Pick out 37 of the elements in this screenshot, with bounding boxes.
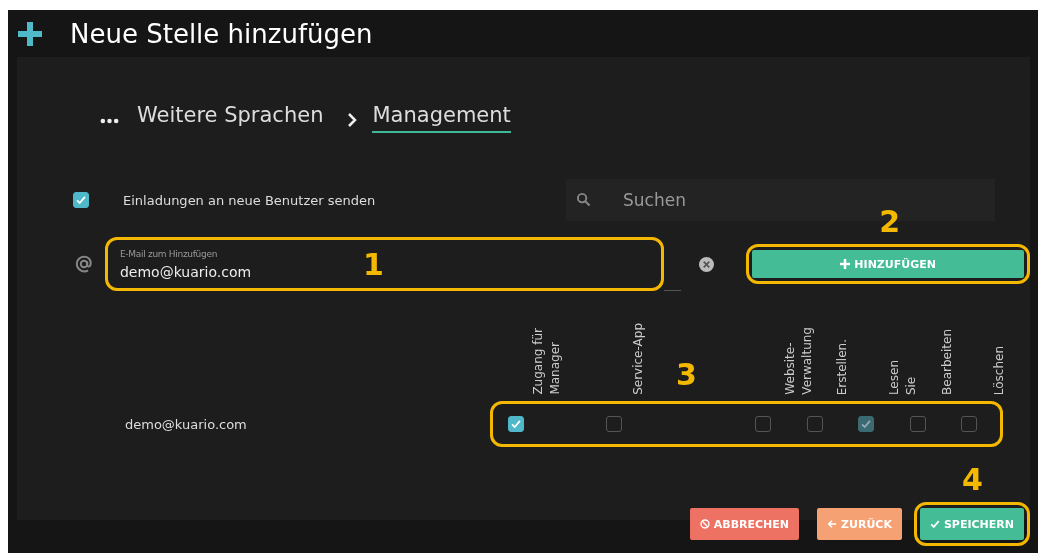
- action-button[interactable]: ZURÜCK: [817, 508, 902, 540]
- breadcrumb-item[interactable]: Weitere Sprachen: [137, 103, 324, 133]
- checkbox[interactable]: [909, 416, 926, 432]
- column-header: Erstellen.: [834, 338, 850, 395]
- plus-icon: [18, 21, 42, 46]
- checkbox[interactable]: [73, 192, 89, 208]
- callout-number: 3: [676, 360, 697, 390]
- clear-icon[interactable]: [699, 256, 715, 272]
- column-header: Lesen Sie: [886, 359, 919, 395]
- checkbox[interactable]: [508, 416, 524, 432]
- column-header: Zugang für Manager: [530, 328, 563, 395]
- column-header: Löschen: [991, 345, 1007, 395]
- forbidden-icon: [699, 519, 710, 529]
- add-button[interactable]: HINZUFÜGEN: [752, 250, 1024, 278]
- checkmark-icon: [929, 519, 940, 529]
- search-icon: [576, 192, 591, 207]
- column-header: Website- Verwaltung: [782, 327, 815, 395]
- breadcrumb-item[interactable]: Management: [372, 103, 511, 133]
- chevron-icon: [347, 112, 358, 128]
- checkbox[interactable]: [960, 416, 977, 432]
- at-icon: [75, 255, 93, 273]
- checkbox[interactable]: [606, 416, 623, 432]
- page-title: Neue Stelle hinzufügen: [70, 18, 373, 49]
- arrow-left-icon: [827, 519, 837, 529]
- column-header: Service-App: [630, 323, 646, 395]
- checkbox-label: Einladungen an neue Benutzer senden: [123, 192, 376, 208]
- email-field[interactable]: E-Mail zum Hinzufügen demo@kuario.com: [108, 240, 320, 288]
- plus-icon: [840, 259, 851, 269]
- callout-number: 4: [961, 465, 983, 495]
- action-button[interactable]: ABBRECHEN: [689, 508, 799, 540]
- user-email: demo@kuario.com: [124, 416, 248, 432]
- checkbox[interactable]: [755, 416, 772, 432]
- column-header: Bearbeiten: [939, 329, 955, 395]
- more-icon: [100, 118, 119, 124]
- action-button[interactable]: SPEICHERN: [919, 508, 1024, 540]
- callout-number: 1: [363, 250, 384, 280]
- checkbox[interactable]: [806, 416, 823, 432]
